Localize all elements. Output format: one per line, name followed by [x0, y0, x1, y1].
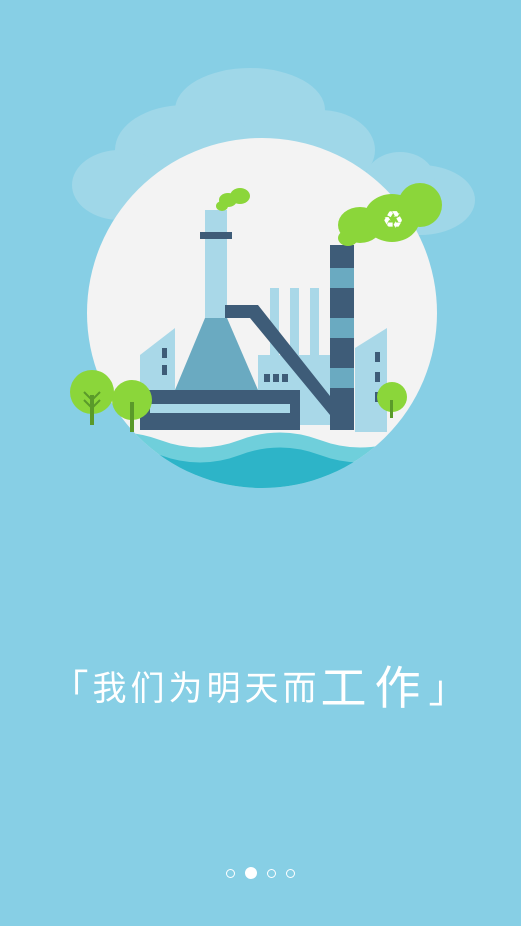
main-chimney	[205, 210, 227, 320]
recycle-icon: ♻	[382, 206, 404, 234]
page-dot-3[interactable]	[267, 868, 276, 878]
slogan-text-small: 我们为明天而	[92, 668, 321, 709]
slogan-text-large: 工作	[320, 661, 429, 715]
slogan-open-bracket: 「	[50, 666, 93, 711]
page-dot-1[interactable]	[226, 868, 235, 878]
page-dot-2[interactable]	[245, 867, 257, 879]
page-dot-4[interactable]	[286, 868, 295, 878]
slogan-text: 「 我们为明天而 工作 」	[0, 650, 521, 720]
slogan-close-bracket: 」	[428, 666, 471, 711]
hero-illustration: ♻	[0, 0, 521, 520]
page-indicator	[0, 864, 521, 882]
